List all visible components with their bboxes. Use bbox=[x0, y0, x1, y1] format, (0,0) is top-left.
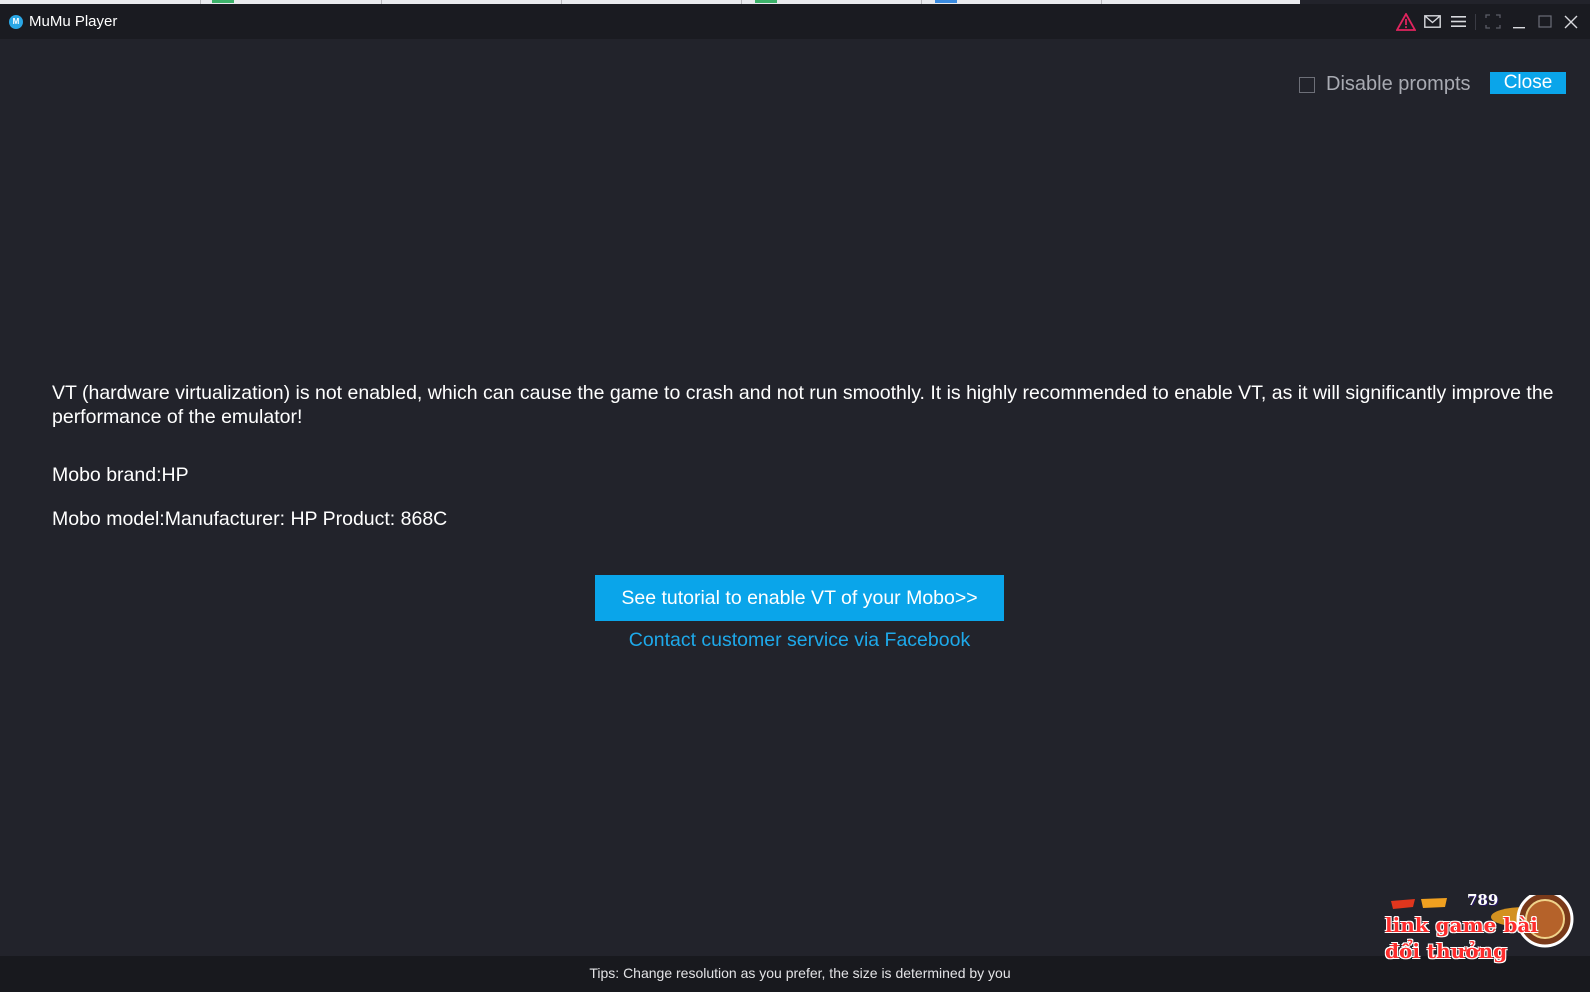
tutorial-button[interactable]: See tutorial to enable VT of your Mobo>> bbox=[595, 575, 1004, 621]
close-button[interactable]: Close bbox=[1490, 72, 1566, 94]
minimize-icon[interactable] bbox=[1506, 4, 1532, 39]
screenshot-icon[interactable] bbox=[1480, 4, 1506, 39]
facebook-support-link[interactable]: Contact customer service via Facebook bbox=[595, 629, 1004, 652]
title-bar: M MuMu Player bbox=[0, 4, 1590, 39]
disable-prompts-checkbox[interactable] bbox=[1299, 76, 1315, 93]
titlebar-controls bbox=[1393, 4, 1584, 39]
menu-icon[interactable] bbox=[1445, 4, 1471, 39]
mobo-model: Mobo model:Manufacturer: HP Product: 868… bbox=[52, 508, 448, 530]
titlebar-divider bbox=[1475, 13, 1476, 30]
tips-text: Tips: Change resolution as you prefer, t… bbox=[589, 965, 1011, 981]
app-logo-icon: M bbox=[9, 14, 23, 29]
mail-icon[interactable] bbox=[1419, 4, 1445, 39]
close-icon[interactable] bbox=[1558, 4, 1584, 39]
warning-icon[interactable] bbox=[1393, 4, 1419, 39]
watermark-line-2: đổi thưởng bbox=[1385, 939, 1508, 963]
watermark-badge: 789 bbox=[1467, 891, 1499, 909]
vt-warning-panel: Disable prompts Close VT (hardware virtu… bbox=[0, 39, 1590, 956]
status-bar: Tips: Change resolution as you prefer, t… bbox=[0, 956, 1590, 992]
watermark-logo: 789 link game bài đổi thưởng bbox=[1385, 891, 1580, 980]
disable-prompts-option[interactable]: Disable prompts bbox=[1299, 73, 1471, 96]
maximize-icon[interactable] bbox=[1532, 4, 1558, 39]
window-title: MuMu Player bbox=[29, 13, 118, 30]
vt-warning-message: VT (hardware virtualization) is not enab… bbox=[52, 382, 1554, 428]
disable-prompts-label[interactable]: Disable prompts bbox=[1326, 73, 1471, 96]
mobo-brand: Mobo brand:HP bbox=[52, 464, 189, 486]
watermark-line-1: link game bài bbox=[1385, 913, 1538, 937]
